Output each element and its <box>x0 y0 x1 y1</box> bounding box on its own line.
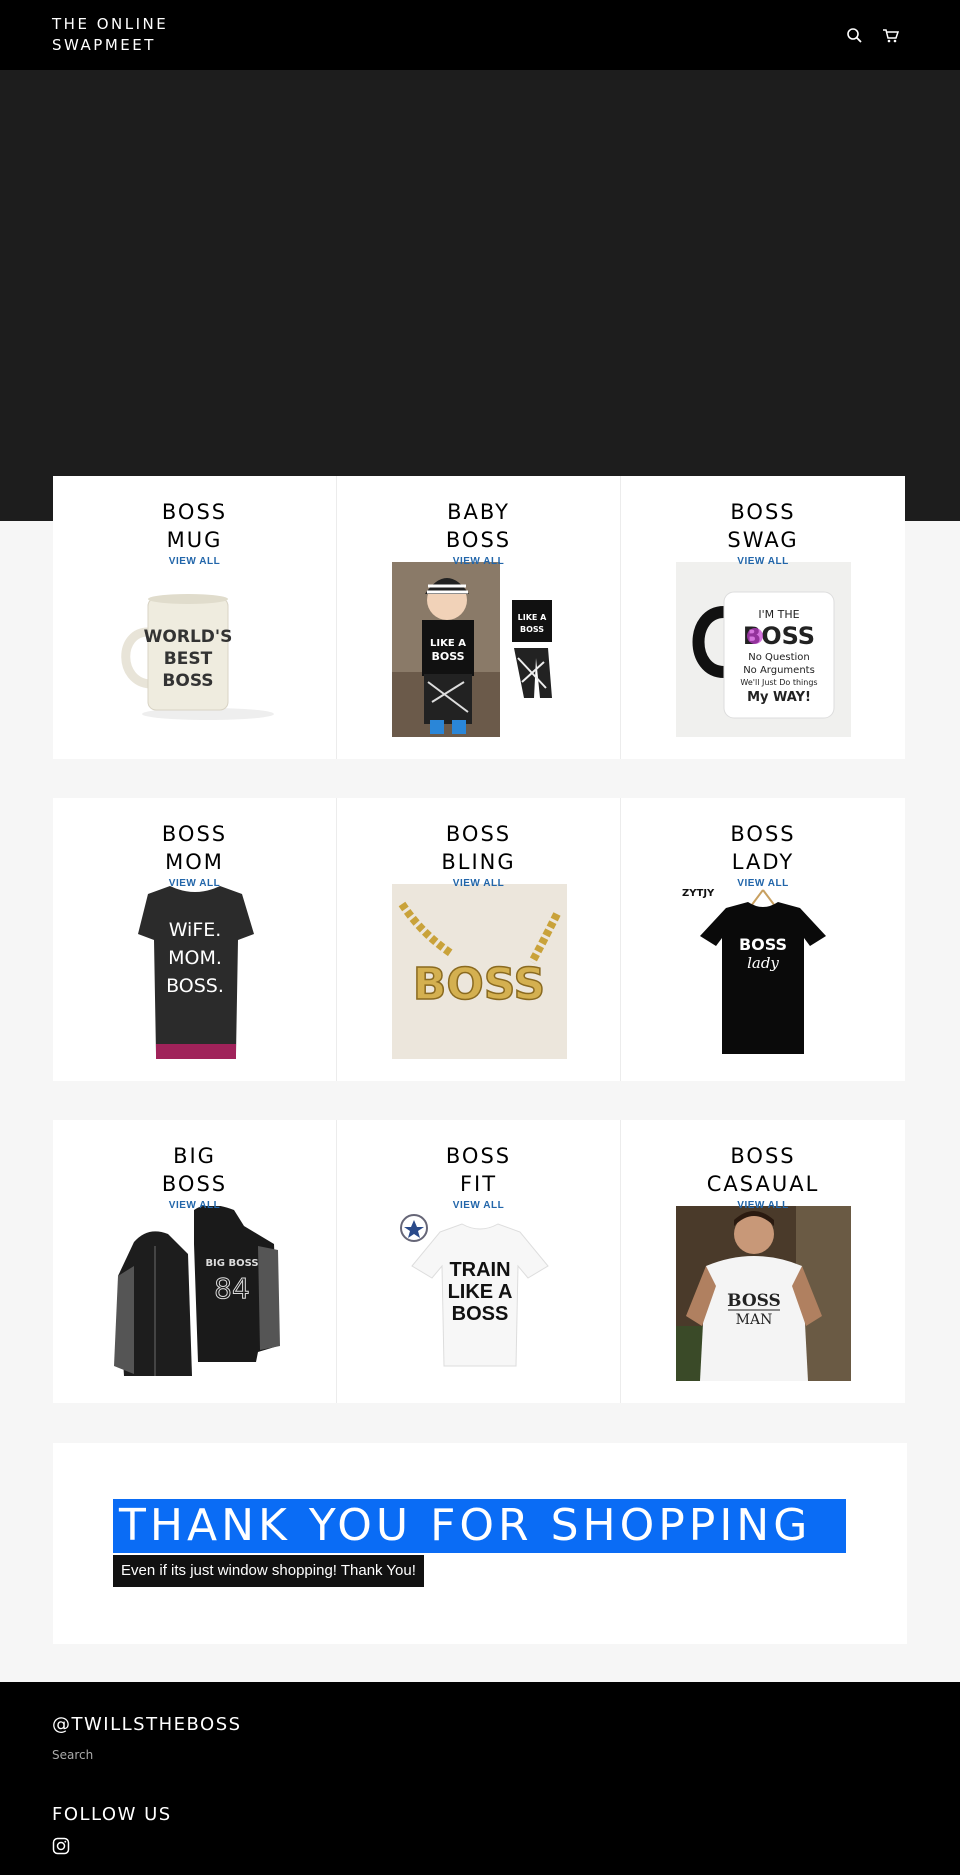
collection-title: BIG BOSS <box>161 1144 228 1196</box>
svg-text:WiFE.: WiFE. <box>169 919 222 941</box>
collection-card-boss-casual[interactable]: BOSS CASAUAL VIEW ALL BOSS MAN <box>621 1120 905 1403</box>
collection-card-boss-mug[interactable]: BOSS MUG VIEW ALL WORLD'S BEST BOSS <box>53 476 337 759</box>
svg-text:LIKE A: LIKE A <box>430 638 466 649</box>
svg-text:LIKE A: LIKE A <box>448 1281 513 1303</box>
collection-title: BOSS MOM <box>161 822 228 874</box>
view-all-link[interactable]: VIEW ALL <box>53 878 336 889</box>
collection-row: BOSS MUG VIEW ALL WORLD'S BEST BOSS BABY B… <box>53 476 905 759</box>
svg-text:MOM.: MOM. <box>168 947 222 969</box>
svg-text:I'M THE: I'M THE <box>758 608 799 621</box>
collection-image[interactable]: BOSS MAN <box>676 1206 851 1381</box>
collection-image[interactable]: ZYTJY BOSS lady <box>676 884 851 1059</box>
collection-image[interactable]: BIG BOSS 84 <box>108 1206 283 1381</box>
site-header: THE ONLINE SWAPMEET <box>0 0 960 70</box>
svg-text:BOSS.: BOSS. <box>166 975 224 997</box>
collection-card-big-boss[interactable]: BIG BOSS VIEW ALL BIG BOSS 84 <box>53 1120 337 1403</box>
collection-title: BABY BOSS <box>445 500 512 552</box>
hero-banner <box>0 70 960 521</box>
svg-text:BEST: BEST <box>164 649 213 669</box>
collection-image[interactable]: BOSS <box>392 884 567 1059</box>
footer-search-link[interactable]: Search <box>52 1748 93 1762</box>
collection-title: BOSS LADY <box>730 822 796 874</box>
collection-title: BOSS BLING <box>441 822 516 874</box>
collection-card-baby-boss[interactable]: BABY BOSS VIEW ALL LIKE A BOSS LIKE A BOS… <box>337 476 621 759</box>
svg-text:BIG BOSS: BIG BOSS <box>205 1258 258 1269</box>
svg-text:No Arguments: No Arguments <box>743 665 815 676</box>
site-footer: @TWILLSTHEBOSS Search FOLLOW US <box>0 1682 960 1875</box>
svg-text:BOSS: BOSS <box>727 1291 781 1311</box>
svg-text:We'll Just Do things: We'll Just Do things <box>740 678 817 687</box>
collection-image[interactable]: WORLD'S BEST BOSS <box>108 562 283 737</box>
cart-icon[interactable] <box>881 26 901 46</box>
collection-image[interactable]: WiFE. MOM. BOSS. <box>108 884 283 1059</box>
svg-text:MAN: MAN <box>736 1312 773 1328</box>
footer-handle: @TWILLSTHEBOSS <box>52 1714 242 1735</box>
svg-text:BOSS: BOSS <box>162 671 213 691</box>
collection-row: BOSS MOM VIEW ALL WiFE. MOM. BOSS. BOSS BL… <box>53 798 905 1081</box>
collection-image[interactable]: TRAIN LIKE A BOSS <box>392 1206 567 1381</box>
collection-image[interactable]: LIKE A BOSS LIKE A BOSS <box>392 562 567 737</box>
svg-text:No Question: No Question <box>748 652 810 663</box>
mug-text: WORLD'S <box>144 627 233 647</box>
view-all-link[interactable]: VIEW ALL <box>53 1200 336 1211</box>
svg-text:ZYTJY: ZYTJY <box>682 888 715 899</box>
svg-text:84: 84 <box>214 1272 250 1305</box>
view-all-link[interactable]: VIEW ALL <box>621 556 905 567</box>
svg-text:BOSS: BOSS <box>431 650 464 663</box>
svg-text:BOSS: BOSS <box>413 959 545 1010</box>
collection-row: BIG BOSS VIEW ALL BIG BOSS 84 BOSS FIT VIE… <box>53 1120 905 1403</box>
search-icon[interactable] <box>845 26 865 46</box>
view-all-link[interactable]: VIEW ALL <box>621 878 905 889</box>
collection-title: BOSS CASAUAL <box>706 1144 820 1196</box>
thank-you-heading: THANK YOU FOR SHOPPING <box>113 1499 846 1553</box>
view-all-link[interactable]: VIEW ALL <box>337 878 620 889</box>
svg-text:TRAIN: TRAIN <box>449 1259 510 1281</box>
collection-card-boss-fit[interactable]: BOSS FIT VIEW ALL TRAIN LIKE A BOSS <box>337 1120 621 1403</box>
view-all-link[interactable]: VIEW ALL <box>621 1200 905 1211</box>
collection-title: BOSS SWAG <box>727 500 799 552</box>
thank-you-subtitle: Even if its just window shopping! Thank … <box>113 1555 424 1587</box>
collection-card-boss-swag[interactable]: BOSS SWAG VIEW ALL I'M THE BOSS No Questi… <box>621 476 905 759</box>
site-logo[interactable]: THE ONLINE SWAPMEET <box>52 14 212 56</box>
svg-text:LIKE A: LIKE A <box>518 613 548 622</box>
svg-text:BOSS: BOSS <box>739 935 787 954</box>
follow-us-heading: FOLLOW US <box>52 1804 172 1825</box>
svg-text:BOSS: BOSS <box>452 1303 509 1325</box>
thank-you-section: THANK YOU FOR SHOPPING Even if its just … <box>53 1443 907 1644</box>
svg-text:BOSS: BOSS <box>520 625 544 634</box>
collection-card-boss-lady[interactable]: BOSS LADY VIEW ALL ZYTJY BOSS lady <box>621 798 905 1081</box>
view-all-link[interactable]: VIEW ALL <box>53 556 336 567</box>
collection-card-boss-bling[interactable]: BOSS BLING VIEW ALL BOSS <box>337 798 621 1081</box>
svg-text:lady: lady <box>747 954 779 972</box>
view-all-link[interactable]: VIEW ALL <box>337 1200 620 1211</box>
instagram-icon[interactable] <box>52 1837 70 1855</box>
svg-text:My WAY!: My WAY! <box>747 690 811 705</box>
collection-title: BOSS FIT <box>445 1144 512 1196</box>
view-all-link[interactable]: VIEW ALL <box>337 556 620 567</box>
collection-title: BOSS MUG <box>161 500 228 552</box>
collection-image[interactable]: I'M THE BOSS No Question No Arguments We… <box>676 562 851 737</box>
collection-card-boss-mom[interactable]: BOSS MOM VIEW ALL WiFE. MOM. BOSS. <box>53 798 337 1081</box>
